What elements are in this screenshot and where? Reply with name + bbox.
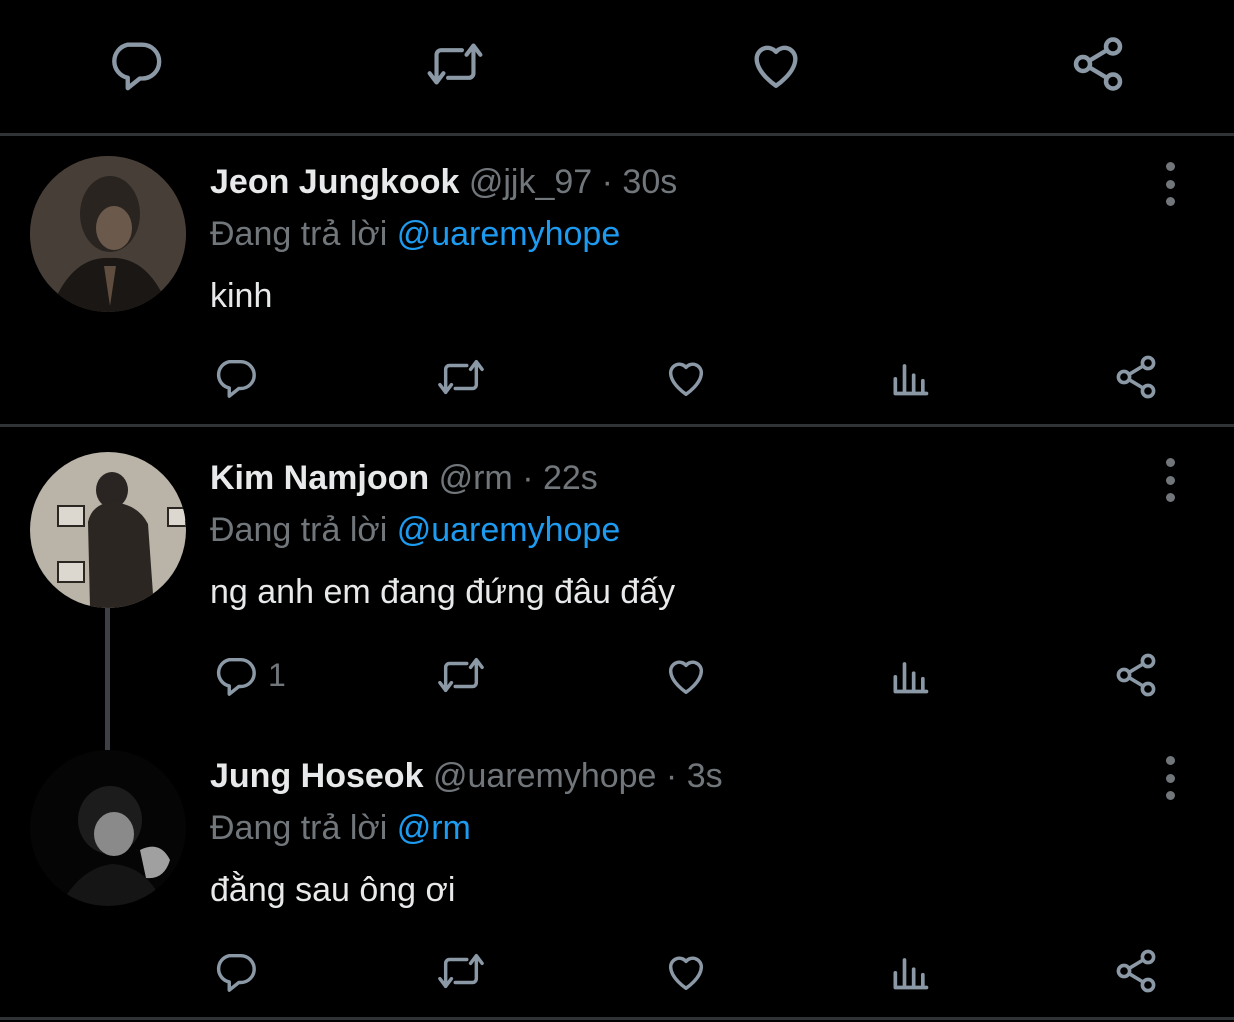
share-button[interactable] bbox=[1112, 650, 1160, 700]
share-icon bbox=[1116, 653, 1156, 697]
like-icon bbox=[668, 956, 704, 990]
tweet-kim-namjoon[interactable]: Kim Namjoon @rm · 22s Đang trả lời @uare… bbox=[0, 432, 1234, 732]
tweet-text: kinh bbox=[210, 277, 273, 315]
reply-button[interactable] bbox=[212, 352, 268, 402]
retweet-icon bbox=[438, 359, 484, 395]
share-button[interactable] bbox=[1112, 946, 1160, 996]
retweet-icon bbox=[438, 657, 484, 693]
replying-to-mention[interactable]: @uaremyhope bbox=[397, 511, 621, 549]
analytics-icon bbox=[893, 958, 929, 990]
share-button[interactable] bbox=[1112, 352, 1160, 402]
tweet-action-bar: 1 bbox=[0, 650, 1234, 700]
like-icon bbox=[668, 660, 704, 694]
tweet-action-bar bbox=[0, 352, 1234, 402]
replying-to-label: Đang trả lời bbox=[210, 511, 388, 549]
timestamp[interactable]: 30s bbox=[622, 163, 677, 201]
avatar[interactable] bbox=[30, 452, 186, 608]
tweet-header: Jung Hoseok @uaremyhope · 3s bbox=[210, 756, 723, 796]
retweet-button[interactable] bbox=[434, 352, 488, 402]
author-name[interactable]: Jung Hoseok bbox=[210, 757, 423, 795]
more-options-icon[interactable] bbox=[1150, 458, 1190, 502]
divider bbox=[0, 1017, 1234, 1020]
analytics-button[interactable] bbox=[888, 352, 932, 402]
share-icon[interactable] bbox=[1068, 34, 1128, 94]
like-button[interactable] bbox=[662, 946, 710, 996]
retweet-icon[interactable] bbox=[425, 34, 485, 94]
reply-button[interactable]: 1 bbox=[212, 650, 286, 700]
more-options-icon[interactable] bbox=[1150, 162, 1190, 206]
analytics-icon bbox=[893, 364, 929, 396]
separator-dot: · bbox=[665, 757, 678, 795]
reply-icon bbox=[216, 953, 256, 992]
replying-to-label: Đang trả lời bbox=[210, 215, 388, 253]
tweet-header: Jeon Jungkook @jjk_97 · 30s bbox=[210, 162, 677, 202]
author-handle[interactable]: @jjk_97 bbox=[469, 163, 592, 201]
like-button[interactable] bbox=[662, 352, 710, 402]
analytics-button[interactable] bbox=[888, 946, 932, 996]
timestamp[interactable]: 3s bbox=[687, 757, 723, 795]
timestamp[interactable]: 22s bbox=[543, 459, 598, 497]
analytics-button[interactable] bbox=[888, 650, 932, 700]
replying-to: Đang trả lời @uaremyhope bbox=[210, 510, 620, 550]
author-name[interactable]: Jeon Jungkook bbox=[210, 163, 459, 201]
main-tweet-action-bar bbox=[0, 0, 1234, 132]
replying-to-label: Đang trả lời bbox=[210, 809, 388, 847]
share-icon bbox=[1116, 355, 1156, 399]
reply-count: 1 bbox=[268, 656, 286, 693]
replying-to: Đang trả lời @rm bbox=[210, 808, 471, 848]
avatar[interactable] bbox=[30, 750, 186, 906]
more-options-icon[interactable] bbox=[1150, 756, 1190, 800]
reply-icon[interactable] bbox=[105, 34, 165, 94]
like-icon[interactable] bbox=[746, 34, 806, 94]
replying-to: Đang trả lời @uaremyhope bbox=[210, 214, 620, 254]
author-name[interactable]: Kim Namjoon bbox=[210, 459, 429, 497]
screen: Jeon Jungkook @jjk_97 · 30s Đang trả lời… bbox=[0, 0, 1234, 1022]
tweet-text: ng anh em đang đứng đâu đấy bbox=[210, 573, 676, 611]
like-icon bbox=[668, 362, 704, 396]
avatar[interactable] bbox=[30, 156, 186, 312]
tweet-jung-hoseok[interactable]: Jung Hoseok @uaremyhope · 3s Đang trả lờ… bbox=[0, 730, 1234, 1018]
separator-dot: · bbox=[601, 163, 613, 201]
tweet-header: Kim Namjoon @rm · 22s bbox=[210, 458, 598, 498]
retweet-button[interactable] bbox=[434, 946, 488, 996]
analytics-icon bbox=[893, 662, 929, 694]
share-icon bbox=[1116, 949, 1156, 993]
tweet-jeon-jungkook[interactable]: Jeon Jungkook @jjk_97 · 30s Đang trả lời… bbox=[0, 136, 1234, 424]
author-handle[interactable]: @uaremyhope bbox=[433, 757, 657, 795]
reply-button[interactable] bbox=[212, 946, 268, 996]
replying-to-mention[interactable]: @uaremyhope bbox=[397, 215, 621, 253]
retweet-icon bbox=[438, 953, 484, 989]
reply-icon bbox=[216, 657, 256, 696]
tweet-action-bar bbox=[0, 946, 1234, 996]
author-handle[interactable]: @rm bbox=[439, 459, 513, 497]
replying-to-mention[interactable]: @rm bbox=[397, 809, 471, 847]
reply-icon bbox=[216, 359, 256, 398]
like-button[interactable] bbox=[662, 650, 710, 700]
tweet-text: đằng sau ông ơi bbox=[210, 871, 456, 909]
separator-dot: · bbox=[522, 459, 534, 497]
retweet-button[interactable] bbox=[434, 650, 488, 700]
divider bbox=[0, 424, 1234, 427]
